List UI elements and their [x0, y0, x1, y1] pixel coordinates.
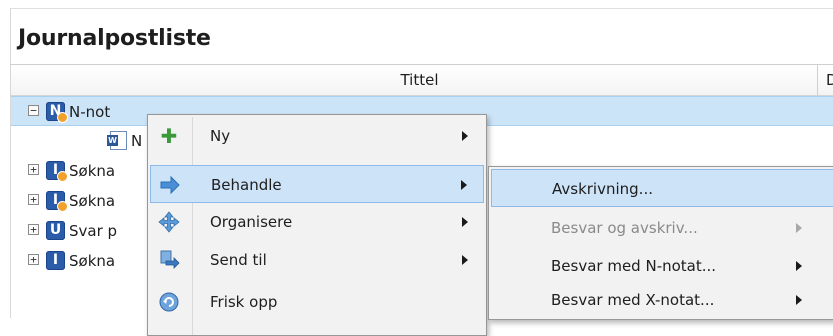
menu-item-ny[interactable]: ✚ Ny	[150, 117, 484, 155]
word-document-icon: W	[107, 131, 127, 150]
arrow-right-icon	[159, 174, 181, 196]
panel-title: Journalpostliste	[18, 26, 211, 51]
plus-icon: ✚	[160, 124, 178, 148]
expand-icon[interactable]: +	[28, 254, 39, 265]
submenu-arrow-icon	[796, 295, 802, 305]
n-note-icon: N	[46, 102, 68, 123]
incoming-document-icon: I	[46, 251, 65, 270]
menu-item-besvar-med-x-notat[interactable]: Besvar med X-notat...	[491, 281, 833, 319]
menu-item-send-til[interactable]: Send til	[150, 241, 484, 279]
submenu-arrow-icon	[462, 255, 468, 265]
menu-item-frisk-opp[interactable]: Frisk opp	[150, 283, 484, 321]
menu-item-besvar-og-avskriv: Besvar og avskriv...	[491, 209, 833, 247]
column-header-second[interactable]: Do	[826, 65, 833, 95]
submenu-arrow-icon	[796, 261, 802, 271]
column-header: Tittel Do	[11, 65, 833, 96]
expand-icon[interactable]: +	[28, 224, 39, 235]
submenu-arrow-icon	[461, 180, 467, 190]
expand-icon[interactable]: +	[28, 164, 39, 175]
submenu-arrow-icon	[796, 223, 802, 233]
column-header-title[interactable]: Tittel	[22, 65, 818, 95]
outgoing-document-icon: U	[46, 221, 65, 240]
refresh-icon	[158, 291, 180, 313]
context-menu: ✚ Ny Behandle Organisere Send til Frisk …	[147, 114, 487, 336]
behandle-submenu: Avskrivning... Besvar og avskriv... Besv…	[488, 166, 833, 320]
incoming-document-icon: I	[46, 191, 68, 212]
move-arrows-icon	[158, 211, 180, 233]
row-title: N-not	[69, 103, 111, 121]
row-title: Svar p	[69, 222, 118, 240]
submenu-arrow-icon	[462, 131, 468, 141]
row-title: N	[131, 132, 143, 150]
submenu-arrow-icon	[462, 217, 468, 227]
send-to-icon	[158, 249, 180, 271]
menu-item-avskrivning[interactable]: Avskrivning...	[491, 169, 833, 207]
expand-icon[interactable]: +	[28, 194, 39, 205]
row-title: Søkna	[69, 162, 116, 180]
menu-item-behandle[interactable]: Behandle	[150, 165, 484, 203]
collapse-icon[interactable]: −	[28, 105, 39, 116]
row-title: Søkna	[69, 192, 116, 210]
menu-item-organisere[interactable]: Organisere	[150, 203, 484, 241]
incoming-document-icon: I	[46, 161, 68, 182]
menu-item-besvar-med-n-notat[interactable]: Besvar med N-notat...	[491, 247, 833, 285]
row-title: Søkna	[69, 252, 116, 270]
panel-top-border	[10, 8, 833, 9]
